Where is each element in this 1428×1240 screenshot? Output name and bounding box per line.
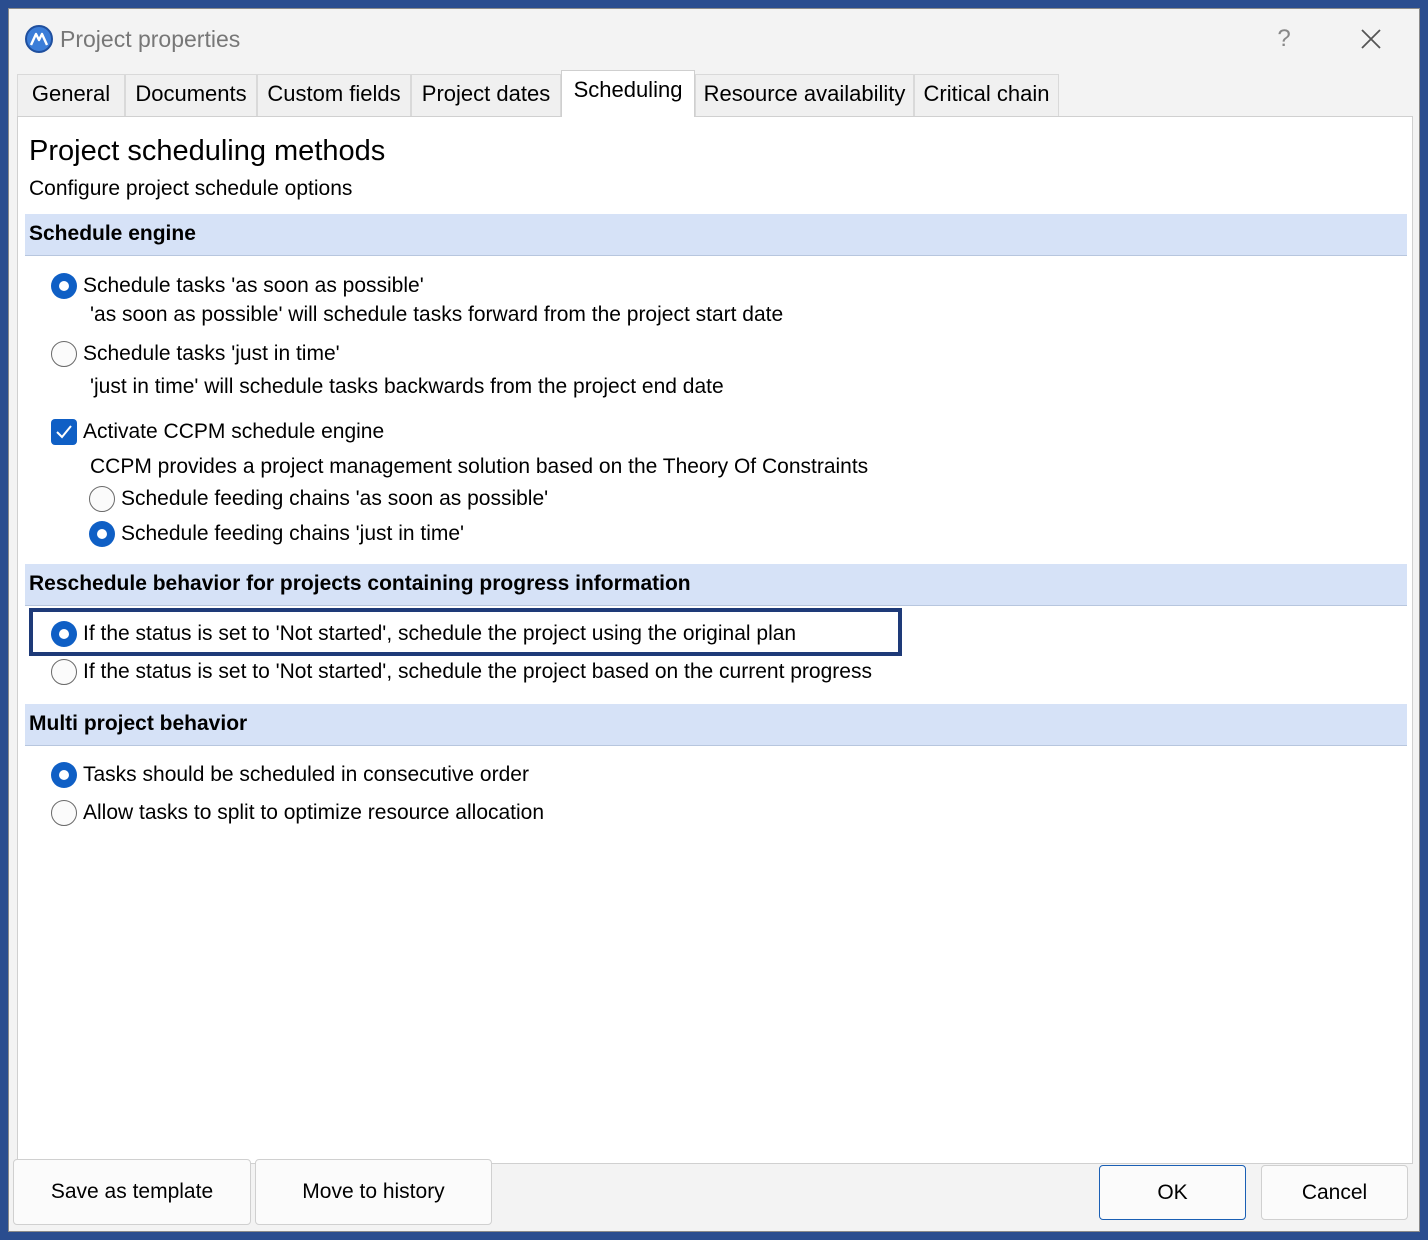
radio-reschedule-original-plan-label[interactable]: If the status is set to 'Not started', s…	[83, 620, 796, 648]
radio-schedule-jit-label[interactable]: Schedule tasks 'just in time'	[83, 340, 340, 368]
radio-unchecked-icon[interactable]	[89, 486, 115, 512]
cancel-button[interactable]: Cancel	[1261, 1165, 1408, 1220]
schedule-asap-description: 'as soon as possible' will schedule task…	[90, 303, 784, 326]
radio-checked-icon[interactable]	[51, 762, 77, 788]
radio-checked-icon[interactable]	[51, 273, 77, 299]
radio-checked-icon[interactable]	[89, 521, 115, 547]
close-button[interactable]	[1351, 19, 1391, 59]
radio-unchecked-icon[interactable]	[51, 800, 77, 826]
tab-critical-chain[interactable]: Critical chain	[914, 74, 1059, 116]
section-header-reschedule: Reschedule behavior for projects contain…	[25, 564, 1407, 606]
radio-unchecked-icon[interactable]	[51, 659, 77, 685]
scheduling-panel: Project scheduling methods Configure pro…	[17, 116, 1413, 1164]
app-logo-icon	[25, 25, 53, 53]
radio-feeding-asap-label[interactable]: Schedule feeding chains 'as soon as poss…	[121, 485, 548, 513]
ok-button[interactable]: OK	[1099, 1165, 1246, 1220]
radio-consecutive-order-label[interactable]: Tasks should be scheduled in consecutive…	[83, 761, 529, 789]
radio-allow-split-label[interactable]: Allow tasks to split to optimize resourc…	[83, 799, 544, 827]
radio-checked-icon[interactable]	[51, 621, 77, 647]
save-as-template-button[interactable]: Save as template	[13, 1159, 251, 1225]
radio-unchecked-icon[interactable]	[51, 341, 77, 367]
help-button[interactable]: ?	[1264, 21, 1304, 57]
section-header-multi-project: Multi project behavior	[25, 704, 1407, 746]
tab-documents[interactable]: Documents	[125, 74, 257, 116]
radio-schedule-asap-label[interactable]: Schedule tasks 'as soon as possible'	[83, 272, 424, 300]
checkbox-checked-icon[interactable]	[51, 419, 77, 445]
checkbox-activate-ccpm-label[interactable]: Activate CCPM schedule engine	[83, 418, 384, 446]
section-header-schedule-engine: Schedule engine	[25, 214, 1407, 256]
page-subtitle: Configure project schedule options	[29, 177, 353, 200]
radio-feeding-jit-label[interactable]: Schedule feeding chains 'just in time'	[121, 520, 464, 548]
close-icon	[1361, 29, 1381, 49]
window-title: Project properties	[60, 26, 241, 52]
schedule-jit-description: 'just in time' will schedule tasks backw…	[90, 375, 724, 398]
tab-project-dates[interactable]: Project dates	[411, 74, 561, 116]
tab-bar: General Documents Custom fields Project …	[17, 70, 1413, 117]
radio-reschedule-current-progress-label[interactable]: If the status is set to 'Not started', s…	[83, 658, 872, 686]
title-bar: Project properties ?	[9, 9, 1419, 69]
page-title: Project scheduling methods	[29, 135, 386, 167]
ccpm-description: CCPM provides a project management solut…	[90, 455, 869, 478]
move-to-history-button[interactable]: Move to history	[255, 1159, 492, 1225]
tab-general[interactable]: General	[17, 74, 125, 116]
tab-resource-availability[interactable]: Resource availability	[695, 74, 914, 116]
tab-custom-fields[interactable]: Custom fields	[257, 74, 411, 116]
tab-scheduling[interactable]: Scheduling	[561, 70, 695, 117]
project-properties-dialog: Project properties ? General Documents C…	[8, 8, 1420, 1232]
